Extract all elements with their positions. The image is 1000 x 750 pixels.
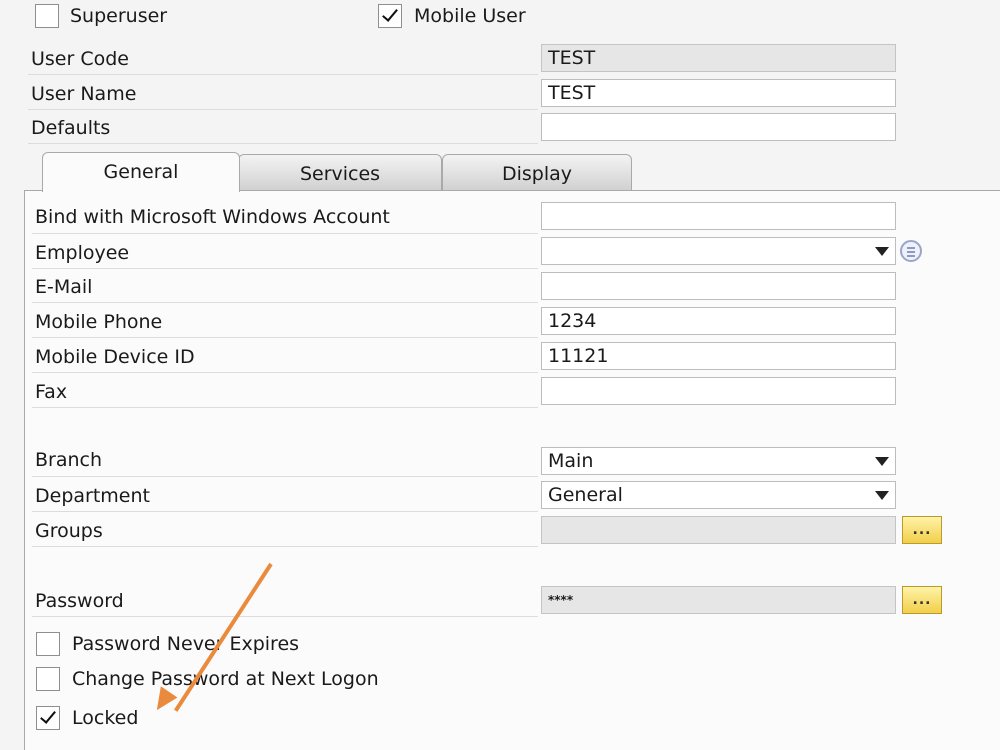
- employee-label: Employee: [35, 242, 130, 264]
- divider: [32, 546, 538, 547]
- groups-lookup-button[interactable]: ...: [902, 516, 942, 544]
- user-name-field[interactable]: TEST: [541, 79, 896, 107]
- change-password-checkbox[interactable]: [36, 667, 60, 691]
- user-name-label: User Name: [31, 83, 137, 105]
- divider: [32, 407, 538, 408]
- password-never-expires-label: Password Never Expires: [72, 633, 300, 655]
- fax-label: Fax: [35, 381, 68, 403]
- chevron-down-icon[interactable]: [875, 247, 889, 256]
- superuser-label: Superuser: [70, 5, 168, 27]
- divider: [28, 74, 538, 75]
- divider: [32, 337, 538, 338]
- mobile-user-checkbox[interactable]: [378, 4, 402, 28]
- mobile-device-id-field[interactable]: 11121: [541, 342, 896, 370]
- change-password-label: Change Password at Next Logon: [72, 668, 379, 690]
- divider: [32, 372, 538, 373]
- groups-field: [541, 516, 896, 544]
- tab-display[interactable]: Display: [442, 154, 632, 192]
- branch-value: Main: [548, 450, 594, 472]
- divider: [32, 476, 538, 477]
- checkmark-icon: [40, 707, 56, 724]
- chevron-down-icon[interactable]: [875, 491, 889, 500]
- defaults-field[interactable]: [541, 113, 896, 141]
- groups-label: Groups: [35, 520, 103, 542]
- password-change-button[interactable]: ...: [902, 586, 942, 614]
- divider: [28, 109, 538, 110]
- divider: [28, 143, 538, 144]
- tab-services[interactable]: Services: [238, 154, 442, 192]
- list-icon[interactable]: [900, 240, 922, 262]
- bind-windows-field[interactable]: [541, 202, 896, 230]
- user-code-label: User Code: [31, 48, 129, 70]
- department-label: Department: [35, 485, 150, 507]
- tab-general[interactable]: General: [42, 152, 240, 192]
- divider: [32, 511, 538, 512]
- mobile-device-id-label: Mobile Device ID: [35, 346, 195, 368]
- password-label: Password: [35, 590, 124, 612]
- department-value: General: [548, 484, 623, 506]
- email-label: E-Mail: [35, 276, 93, 298]
- branch-dropdown[interactable]: Main: [541, 447, 896, 475]
- locked-label: Locked: [72, 707, 139, 729]
- department-dropdown[interactable]: General: [541, 481, 896, 509]
- divider: [32, 616, 538, 617]
- fax-field[interactable]: [541, 377, 896, 405]
- mobile-user-label: Mobile User: [414, 5, 526, 27]
- defaults-label: Defaults: [31, 117, 111, 139]
- locked-checkbox[interactable]: [36, 706, 60, 730]
- divider: [32, 233, 538, 234]
- checkmark-icon: [382, 5, 398, 22]
- branch-label: Branch: [35, 449, 103, 471]
- employee-dropdown[interactable]: [541, 237, 896, 265]
- email-field[interactable]: [541, 272, 896, 300]
- password-field: ****: [541, 586, 896, 614]
- superuser-checkbox[interactable]: [35, 4, 59, 28]
- password-never-expires-checkbox[interactable]: [36, 632, 60, 656]
- mobile-phone-label: Mobile Phone: [35, 311, 163, 333]
- divider: [32, 302, 538, 303]
- user-code-field: TEST: [541, 44, 896, 72]
- mobile-phone-field[interactable]: 1234: [541, 307, 896, 335]
- divider: [32, 268, 538, 269]
- chevron-down-icon[interactable]: [875, 457, 889, 466]
- bind-windows-label: Bind with Microsoft Windows Account: [35, 206, 390, 228]
